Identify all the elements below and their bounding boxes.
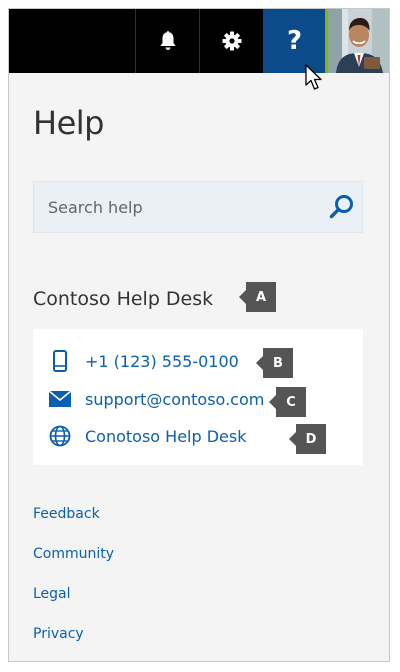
helpdesk-title: Contoso Help Desk (33, 288, 214, 310)
search-icon (329, 195, 353, 219)
globe-icon (49, 425, 71, 447)
callout-tag-a: A (239, 282, 276, 312)
feedback-link[interactable]: Feedback (33, 506, 100, 522)
mail-icon (49, 388, 71, 410)
email-link[interactable]: support@contoso.com (49, 386, 264, 412)
community-link[interactable]: Community (33, 546, 114, 562)
notifications-button[interactable] (135, 9, 199, 73)
website-link[interactable]: Conotoso Help Desk (49, 423, 247, 449)
avatar-photo-icon (328, 9, 389, 73)
search-input[interactable] (34, 182, 320, 232)
settings-button[interactable] (199, 9, 263, 73)
legal-link[interactable]: Legal (33, 586, 71, 602)
mouse-pointer-icon (305, 64, 322, 90)
privacy-link[interactable]: Privacy (33, 626, 84, 642)
search-button[interactable] (328, 193, 356, 221)
gear-icon (222, 31, 241, 51)
phone-number[interactable]: +1 (123) 555-0100 (85, 352, 239, 371)
top-navigation-bar: ? (9, 9, 389, 73)
phone-link[interactable]: +1 (123) 555-0100 (49, 348, 239, 374)
website-name[interactable]: Conotoso Help Desk (85, 427, 247, 446)
help-question-label: ? (286, 26, 303, 56)
help-panel-window: ? Help Co (8, 8, 390, 662)
page-title: Help (33, 104, 104, 142)
callout-tag-d: D (289, 424, 326, 454)
phone-icon (49, 350, 71, 372)
search-box (33, 181, 363, 233)
email-address[interactable]: support@contoso.com (85, 390, 264, 409)
callout-tag-b: B (256, 348, 293, 378)
callout-tag-c: C (269, 387, 306, 417)
user-avatar[interactable] (325, 9, 389, 73)
bell-icon (160, 31, 175, 50)
